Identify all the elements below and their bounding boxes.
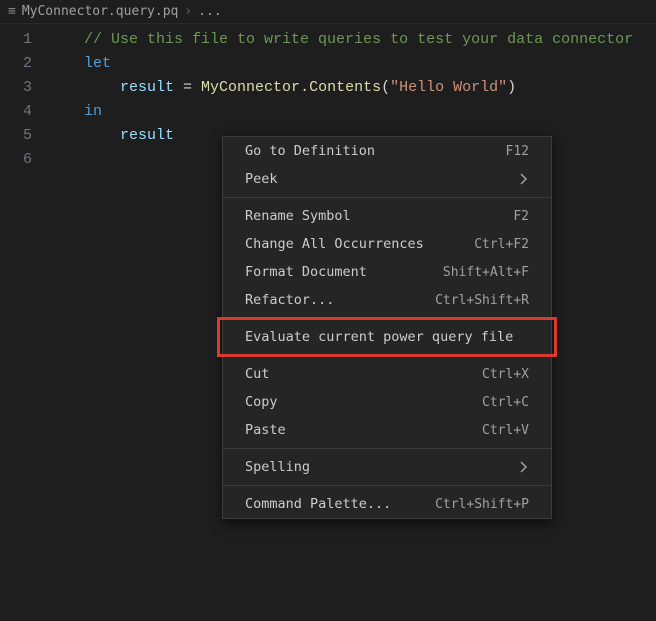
breadcrumb-file[interactable]: MyConnector.query.pq	[22, 4, 179, 19]
code-line[interactable]: let	[48, 52, 656, 76]
menu-item-peek[interactable]: Peek	[223, 165, 551, 193]
line-number: 6	[0, 148, 32, 172]
menu-shortcut: F2	[513, 209, 529, 224]
menu-shortcut: F12	[506, 144, 529, 159]
menu-item-label: Change All Occurrences	[245, 236, 424, 252]
menu-separator	[223, 355, 551, 356]
menu-item-command-palette[interactable]: Command Palette... Ctrl+Shift+P	[223, 490, 551, 518]
menu-item-rename-symbol[interactable]: Rename Symbol F2	[223, 202, 551, 230]
file-icon: ≡	[8, 4, 16, 19]
breadcrumb[interactable]: ≡ MyConnector.query.pq › ...	[0, 0, 656, 24]
code-line[interactable]: result = MyConnector.Contents("Hello Wor…	[48, 76, 656, 100]
menu-item-label: Paste	[245, 422, 286, 438]
menu-item-paste[interactable]: Paste Ctrl+V	[223, 416, 551, 444]
menu-item-label: Format Document	[245, 264, 367, 280]
line-number: 5	[0, 124, 32, 148]
line-number: 3	[0, 76, 32, 100]
menu-shortcut: Ctrl+F2	[474, 237, 529, 252]
menu-shortcut: Ctrl+V	[482, 423, 529, 438]
menu-item-label: Rename Symbol	[245, 208, 351, 224]
menu-shortcut: Ctrl+Shift+R	[435, 293, 529, 308]
menu-item-label: Spelling	[245, 459, 310, 475]
menu-item-label: Cut	[245, 366, 269, 382]
menu-item-label: Command Palette...	[245, 496, 391, 512]
chevron-right-icon	[519, 174, 529, 184]
code-line[interactable]: // Use this file to write queries to tes…	[48, 28, 656, 52]
menu-shortcut: Ctrl+Shift+P	[435, 497, 529, 512]
menu-item-evaluate-power-query[interactable]: Evaluate current power query file	[223, 323, 551, 351]
menu-separator	[223, 485, 551, 486]
menu-item-go-to-definition[interactable]: Go to Definition F12	[223, 137, 551, 165]
menu-shortcut: Ctrl+C	[482, 395, 529, 410]
menu-item-spelling[interactable]: Spelling	[223, 453, 551, 481]
line-number-gutter: 123456	[0, 28, 48, 172]
code-line[interactable]: in	[48, 100, 656, 124]
menu-item-copy[interactable]: Copy Ctrl+C	[223, 388, 551, 416]
menu-item-label: Evaluate current power query file	[245, 329, 513, 345]
menu-shortcut: Shift+Alt+F	[443, 265, 529, 280]
menu-item-refactor[interactable]: Refactor... Ctrl+Shift+R	[223, 286, 551, 314]
menu-item-cut[interactable]: Cut Ctrl+X	[223, 360, 551, 388]
menu-separator	[223, 318, 551, 319]
menu-item-label: Refactor...	[245, 292, 334, 308]
chevron-right-icon: ›	[184, 4, 192, 19]
context-menu[interactable]: Go to Definition F12 Peek Rename Symbol F2 Ch…	[222, 136, 552, 519]
menu-shortcut: Ctrl+X	[482, 367, 529, 382]
menu-item-label: Go to Definition	[245, 143, 375, 159]
menu-item-format-document[interactable]: Format Document Shift+Alt+F	[223, 258, 551, 286]
menu-item-change-all-occurrences[interactable]: Change All Occurrences Ctrl+F2	[223, 230, 551, 258]
line-number: 4	[0, 100, 32, 124]
chevron-right-icon	[519, 462, 529, 472]
breadcrumb-crumb[interactable]: ...	[198, 4, 221, 19]
menu-separator	[223, 197, 551, 198]
menu-item-label: Copy	[245, 394, 278, 410]
menu-separator	[223, 448, 551, 449]
line-number: 1	[0, 28, 32, 52]
menu-item-label: Peek	[245, 171, 278, 187]
line-number: 2	[0, 52, 32, 76]
